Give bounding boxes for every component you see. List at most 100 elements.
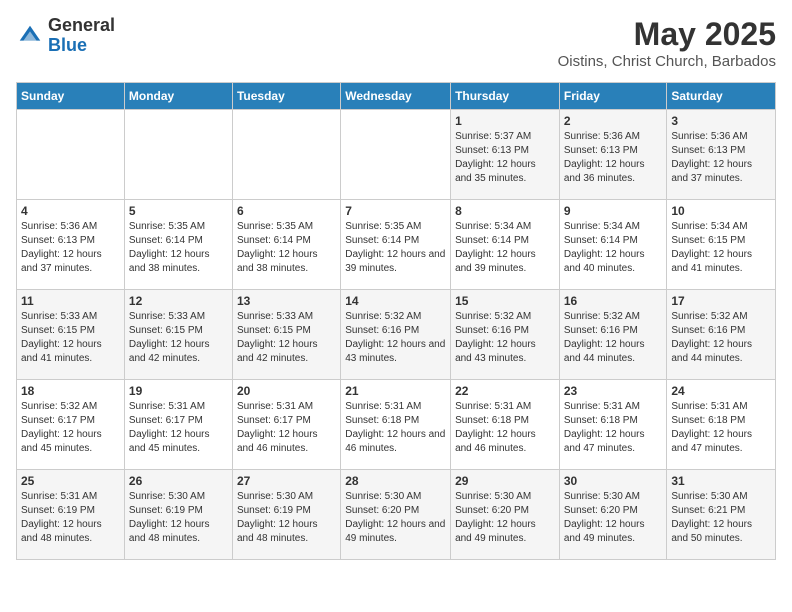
day-cell (232, 110, 340, 200)
day-cell (341, 110, 451, 200)
day-cell: 20 Sunrise: 5:31 AMSunset: 6:17 PMDayligh… (232, 380, 340, 470)
day-cell: 4 Sunrise: 5:36 AMSunset: 6:13 PMDaylight… (17, 200, 125, 290)
day-cell: 14 Sunrise: 5:32 AMSunset: 6:16 PMDayligh… (341, 290, 451, 380)
weekday-header-tuesday: Tuesday (232, 83, 340, 110)
week-row-1: 1Sunrise: 5:37 AMSunset: 6:13 PMDaylight… (17, 110, 776, 200)
day-cell: 24 Sunrise: 5:31 AMSunset: 6:18 PMDayligh… (667, 380, 776, 470)
day-number: 4 (21, 204, 120, 218)
week-row-4: 18Sunrise: 5:32 AMSunset: 6:17 PMDayligh… (17, 380, 776, 470)
day-number: 21 (345, 384, 446, 398)
day-info: Sunrise: 5:31 AMSunset: 6:17 PMDaylight:… (129, 400, 228, 456)
day-number: 29 (455, 474, 555, 488)
day-cell: 3 Sunrise: 5:36 AMSunset: 6:13 PMDaylight… (667, 110, 776, 200)
day-number: 6 (237, 204, 336, 218)
logo-blue: Blue (48, 35, 87, 55)
day-info: Sunrise: 5:30 AMSunset: 6:19 PMDaylight:… (129, 490, 228, 546)
day-info: Sunrise: 5:36 AMSunset: 6:13 PMDaylight:… (21, 220, 120, 276)
page-header: General Blue May 2025 Oistins, Christ Ch… (16, 16, 776, 70)
day-info: Sunrise: 5:31 AMSunset: 6:18 PMDaylight:… (345, 400, 446, 456)
day-info: Sunrise: 5:34 AMSunset: 6:14 PMDaylight:… (564, 220, 663, 276)
day-number: 25 (21, 474, 120, 488)
day-number: 30 (564, 474, 663, 488)
day-info: Sunrise: 5:32 AMSunset: 6:16 PMDaylight:… (671, 310, 771, 366)
day-info: Sunrise: 5:31 AMSunset: 6:17 PMDaylight:… (237, 400, 336, 456)
day-info: Sunrise: 5:35 AMSunset: 6:14 PMDaylight:… (345, 220, 446, 276)
day-info: Sunrise: 5:33 AMSunset: 6:15 PMDaylight:… (129, 310, 228, 366)
day-number: 2 (564, 114, 663, 128)
day-info: Sunrise: 5:30 AMSunset: 6:20 PMDaylight:… (455, 490, 555, 546)
day-info: Sunrise: 5:34 AMSunset: 6:14 PMDaylight:… (455, 220, 555, 276)
day-cell: 7Sunrise: 5:35 AMSunset: 6:14 PMDaylight… (341, 200, 451, 290)
weekday-header-saturday: Saturday (667, 83, 776, 110)
day-number: 1 (455, 114, 555, 128)
calendar-subtitle: Oistins, Christ Church, Barbados (558, 53, 776, 70)
logo-general: General (48, 15, 115, 35)
day-number: 20 (237, 384, 336, 398)
day-info: Sunrise: 5:32 AMSunset: 6:16 PMDaylight:… (564, 310, 663, 366)
day-info: Sunrise: 5:36 AMSunset: 6:13 PMDaylight:… (671, 130, 771, 186)
day-cell: 12 Sunrise: 5:33 AMSunset: 6:15 PMDayligh… (124, 290, 232, 380)
day-info: Sunrise: 5:36 AMSunset: 6:13 PMDaylight:… (564, 130, 663, 186)
day-info: Sunrise: 5:35 AMSunset: 6:14 PMDaylight:… (237, 220, 336, 276)
calendar-title: May 2025 (558, 16, 776, 53)
day-cell: 8 Sunrise: 5:34 AMSunset: 6:14 PMDaylight… (451, 200, 560, 290)
day-number: 23 (564, 384, 663, 398)
calendar-table: SundayMondayTuesdayWednesdayThursdayFrid… (16, 82, 776, 560)
weekday-header-row: SundayMondayTuesdayWednesdayThursdayFrid… (17, 83, 776, 110)
weekday-header-friday: Friday (559, 83, 667, 110)
day-number: 28 (345, 474, 446, 488)
day-number: 19 (129, 384, 228, 398)
day-cell: 28 Sunrise: 5:30 AMSunset: 6:20 PMDayligh… (341, 470, 451, 560)
day-info: Sunrise: 5:31 AMSunset: 6:19 PMDaylight:… (21, 490, 120, 546)
day-cell (124, 110, 232, 200)
day-info: Sunrise: 5:33 AMSunset: 6:15 PMDaylight:… (237, 310, 336, 366)
day-number: 16 (564, 294, 663, 308)
day-number: 3 (671, 114, 771, 128)
day-cell: 6 Sunrise: 5:35 AMSunset: 6:14 PMDaylight… (232, 200, 340, 290)
day-number: 12 (129, 294, 228, 308)
day-cell (17, 110, 125, 200)
day-number: 24 (671, 384, 771, 398)
day-number: 27 (237, 474, 336, 488)
day-cell: 16 Sunrise: 5:32 AMSunset: 6:16 PMDayligh… (559, 290, 667, 380)
weekday-header-thursday: Thursday (451, 83, 560, 110)
title-block: May 2025 Oistins, Christ Church, Barbado… (558, 16, 776, 70)
day-number: 8 (455, 204, 555, 218)
week-row-5: 25 Sunrise: 5:31 AMSunset: 6:19 PMDayligh… (17, 470, 776, 560)
day-info: Sunrise: 5:30 AMSunset: 6:19 PMDaylight:… (237, 490, 336, 546)
weekday-header-sunday: Sunday (17, 83, 125, 110)
day-cell: 25 Sunrise: 5:31 AMSunset: 6:19 PMDayligh… (17, 470, 125, 560)
day-number: 9 (564, 204, 663, 218)
day-cell: 10 Sunrise: 5:34 AMSunset: 6:15 PMDayligh… (667, 200, 776, 290)
day-info: Sunrise: 5:33 AMSunset: 6:15 PMDaylight:… (21, 310, 120, 366)
day-cell: 22 Sunrise: 5:31 AMSunset: 6:18 PMDayligh… (451, 380, 560, 470)
day-cell: 23 Sunrise: 5:31 AMSunset: 6:18 PMDayligh… (559, 380, 667, 470)
weekday-header-monday: Monday (124, 83, 232, 110)
day-number: 5 (129, 204, 228, 218)
day-cell: 1Sunrise: 5:37 AMSunset: 6:13 PMDaylight… (451, 110, 560, 200)
logo: General Blue (16, 16, 115, 56)
day-cell: 31Sunrise: 5:30 AMSunset: 6:21 PMDayligh… (667, 470, 776, 560)
day-number: 13 (237, 294, 336, 308)
day-cell: 15 Sunrise: 5:32 AMSunset: 6:16 PMDayligh… (451, 290, 560, 380)
day-cell: 26Sunrise: 5:30 AMSunset: 6:19 PMDayligh… (124, 470, 232, 560)
day-info: Sunrise: 5:32 AMSunset: 6:16 PMDaylight:… (345, 310, 446, 366)
logo-icon (16, 22, 44, 50)
day-cell: 27 Sunrise: 5:30 AMSunset: 6:19 PMDayligh… (232, 470, 340, 560)
day-info: Sunrise: 5:30 AMSunset: 6:21 PMDaylight:… (671, 490, 771, 546)
day-cell: 30Sunrise: 5:30 AMSunset: 6:20 PMDayligh… (559, 470, 667, 560)
day-cell: 11Sunrise: 5:33 AMSunset: 6:15 PMDayligh… (17, 290, 125, 380)
day-number: 15 (455, 294, 555, 308)
day-info: Sunrise: 5:31 AMSunset: 6:18 PMDaylight:… (671, 400, 771, 456)
weekday-header-wednesday: Wednesday (341, 83, 451, 110)
day-info: Sunrise: 5:31 AMSunset: 6:18 PMDaylight:… (564, 400, 663, 456)
day-info: Sunrise: 5:30 AMSunset: 6:20 PMDaylight:… (345, 490, 446, 546)
day-info: Sunrise: 5:31 AMSunset: 6:18 PMDaylight:… (455, 400, 555, 456)
day-number: 14 (345, 294, 446, 308)
day-number: 22 (455, 384, 555, 398)
day-info: Sunrise: 5:32 AMSunset: 6:16 PMDaylight:… (455, 310, 555, 366)
day-info: Sunrise: 5:34 AMSunset: 6:15 PMDaylight:… (671, 220, 771, 276)
day-cell: 9 Sunrise: 5:34 AMSunset: 6:14 PMDaylight… (559, 200, 667, 290)
day-number: 10 (671, 204, 771, 218)
day-cell: 18Sunrise: 5:32 AMSunset: 6:17 PMDayligh… (17, 380, 125, 470)
